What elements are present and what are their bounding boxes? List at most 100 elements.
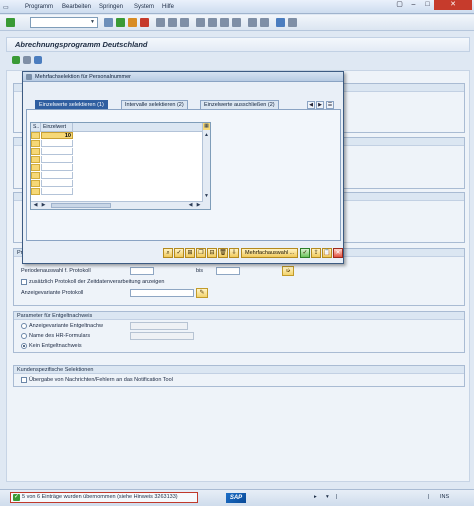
col-header-sel[interactable]: S.. [31, 123, 41, 132]
scroll-thumb[interactable] [51, 203, 111, 208]
layout-icon[interactable] [288, 18, 297, 27]
table-cell[interactable] [41, 180, 73, 187]
variant-icon[interactable] [23, 56, 31, 64]
multiple-selection-arrow-button[interactable]: ➭ [282, 266, 294, 276]
radio-formular[interactable] [21, 333, 27, 339]
row-selector[interactable] [31, 156, 40, 163]
row-selector[interactable] [31, 164, 40, 171]
mode-indicator: INS [440, 494, 450, 500]
cancel-icon[interactable] [140, 18, 149, 27]
cancel-dialog-icon[interactable]: ✕ [333, 248, 343, 258]
find-next-icon[interactable] [180, 18, 189, 27]
table-cell[interactable] [41, 156, 73, 163]
tab-scroll-right-icon[interactable]: ▶ [316, 101, 324, 109]
tab-scroll-left-icon[interactable]: ◀ [307, 101, 315, 109]
scroll-left-icon[interactable]: ◀ [32, 202, 39, 209]
check-icon[interactable]: ✓ [174, 248, 184, 258]
row-selector[interactable] [31, 188, 40, 195]
menu-bearbeiten[interactable]: Bearbeiten [62, 4, 91, 10]
row-selector[interactable] [31, 180, 40, 187]
import-icon[interactable]: ⇩ [229, 248, 239, 258]
radio-variant[interactable] [21, 323, 27, 329]
scroll-up-icon[interactable]: ▲ [203, 132, 210, 139]
row-selector[interactable] [31, 140, 40, 147]
table-cell[interactable] [41, 140, 73, 147]
delete-row-icon[interactable]: ⊟ [207, 248, 217, 258]
protocol-variant-field[interactable] [130, 289, 194, 297]
row-selector[interactable] [31, 172, 40, 179]
info-icon[interactable] [34, 56, 42, 64]
success-icon: ✓ [13, 494, 20, 501]
last-page-icon[interactable] [232, 18, 241, 27]
vertical-scrollbar[interactable]: ▦ ▲ ▼ [202, 123, 210, 209]
execute-icon[interactable] [12, 56, 20, 64]
period-from-field[interactable] [130, 267, 154, 275]
command-field[interactable]: ▼ [30, 17, 98, 28]
chevron-down-icon[interactable]: ▼ [89, 19, 96, 26]
table-cell[interactable] [41, 164, 73, 171]
zeitdaten-checkbox[interactable] [21, 279, 27, 285]
menu-system[interactable]: System [134, 4, 154, 10]
insert-row-icon[interactable]: ⊞ [185, 248, 195, 258]
accept-icon[interactable]: ✓ [300, 248, 310, 258]
hr-formular-field[interactable] [130, 332, 194, 340]
radio-formular-label: Name des HR-Formulars [29, 333, 91, 339]
first-page-icon[interactable] [196, 18, 205, 27]
tab-list-icon[interactable]: ☰ [326, 101, 334, 109]
exit-icon[interactable] [128, 18, 137, 27]
status-message[interactable]: ✓ 5 von 6 Einträge wurden übernommen (si… [10, 492, 198, 503]
horizontal-scrollbar[interactable]: ◀ ▶ ◀ ▶ [31, 201, 203, 209]
minimize-button[interactable]: – [406, 0, 421, 10]
find-icon[interactable] [168, 18, 177, 27]
close-button[interactable]: ✕ [434, 0, 472, 10]
print-icon[interactable] [156, 18, 165, 27]
group-kunden: Kundenspezifische Selektionen Übergabe v… [13, 365, 465, 387]
scroll-left-end-icon[interactable]: ◀ [187, 202, 194, 209]
table-cell[interactable] [41, 148, 73, 155]
pencil-icon[interactable]: ✎ [196, 288, 208, 298]
variant-entgelt-field[interactable] [130, 322, 188, 330]
tab-ausschliessen[interactable]: Einzelwerte ausschließen (2) [200, 100, 279, 109]
enter-icon[interactable] [6, 18, 15, 27]
menu-springen[interactable]: Springen [99, 4, 123, 10]
notification-checkbox[interactable] [21, 377, 27, 383]
menu-programm[interactable]: Programm [25, 4, 53, 10]
dropdown-icon[interactable]: ▾ [326, 494, 329, 500]
separator: | [428, 494, 430, 500]
shortcut-icon[interactable] [260, 18, 269, 27]
new-session-icon[interactable] [248, 18, 257, 27]
save-icon[interactable] [104, 18, 113, 27]
row-selector[interactable] [31, 148, 40, 155]
upload-icon[interactable]: ⇪ [311, 248, 321, 258]
row-selector[interactable] [31, 132, 40, 139]
table-cell[interactable]: 10 [41, 132, 73, 139]
scroll-right-icon[interactable]: ▶ [40, 202, 47, 209]
maximize-button[interactable]: □ [420, 0, 435, 10]
table-cell[interactable] [41, 172, 73, 179]
scroll-down-icon[interactable]: ▼ [203, 193, 210, 200]
table-cell[interactable] [41, 188, 73, 195]
trash-icon[interactable]: 🗑 [218, 248, 228, 258]
search-icon[interactable]: ⌕ [163, 248, 173, 258]
menu-icon[interactable]: ▭ [3, 4, 9, 11]
tab-intervalle[interactable]: Intervalle selektieren (2) [121, 100, 188, 109]
radio-kein[interactable] [21, 343, 27, 349]
protocol-variant-label: Anzeigevariante Protokoll [21, 290, 84, 296]
scroll-right-end-icon[interactable]: ▶ [195, 202, 202, 209]
tab-einzelwerte[interactable]: Einzelwerte selektieren (1) [35, 100, 108, 109]
system-info-icon[interactable]: ▸ [314, 494, 317, 500]
next-page-icon[interactable] [220, 18, 229, 27]
menu-hilfe[interactable]: Hilfe [162, 4, 174, 10]
help-icon[interactable] [276, 18, 285, 27]
period-to-field[interactable] [216, 267, 240, 275]
clipboard-icon[interactable]: 📋 [322, 248, 332, 258]
application-toolbar [6, 54, 470, 66]
dialog-icon [26, 74, 32, 80]
copy-icon[interactable]: ❐ [196, 248, 206, 258]
table-settings-icon[interactable]: ▦ [203, 123, 210, 130]
previous-page-icon[interactable] [208, 18, 217, 27]
col-header-value[interactable]: Einzelwert [41, 123, 73, 132]
multiselect-button[interactable]: Mehrfachauswahl ... [241, 248, 299, 258]
dialog-title: Mehrfachselektion für Personalnummer [23, 72, 343, 82]
back-icon[interactable] [116, 18, 125, 27]
